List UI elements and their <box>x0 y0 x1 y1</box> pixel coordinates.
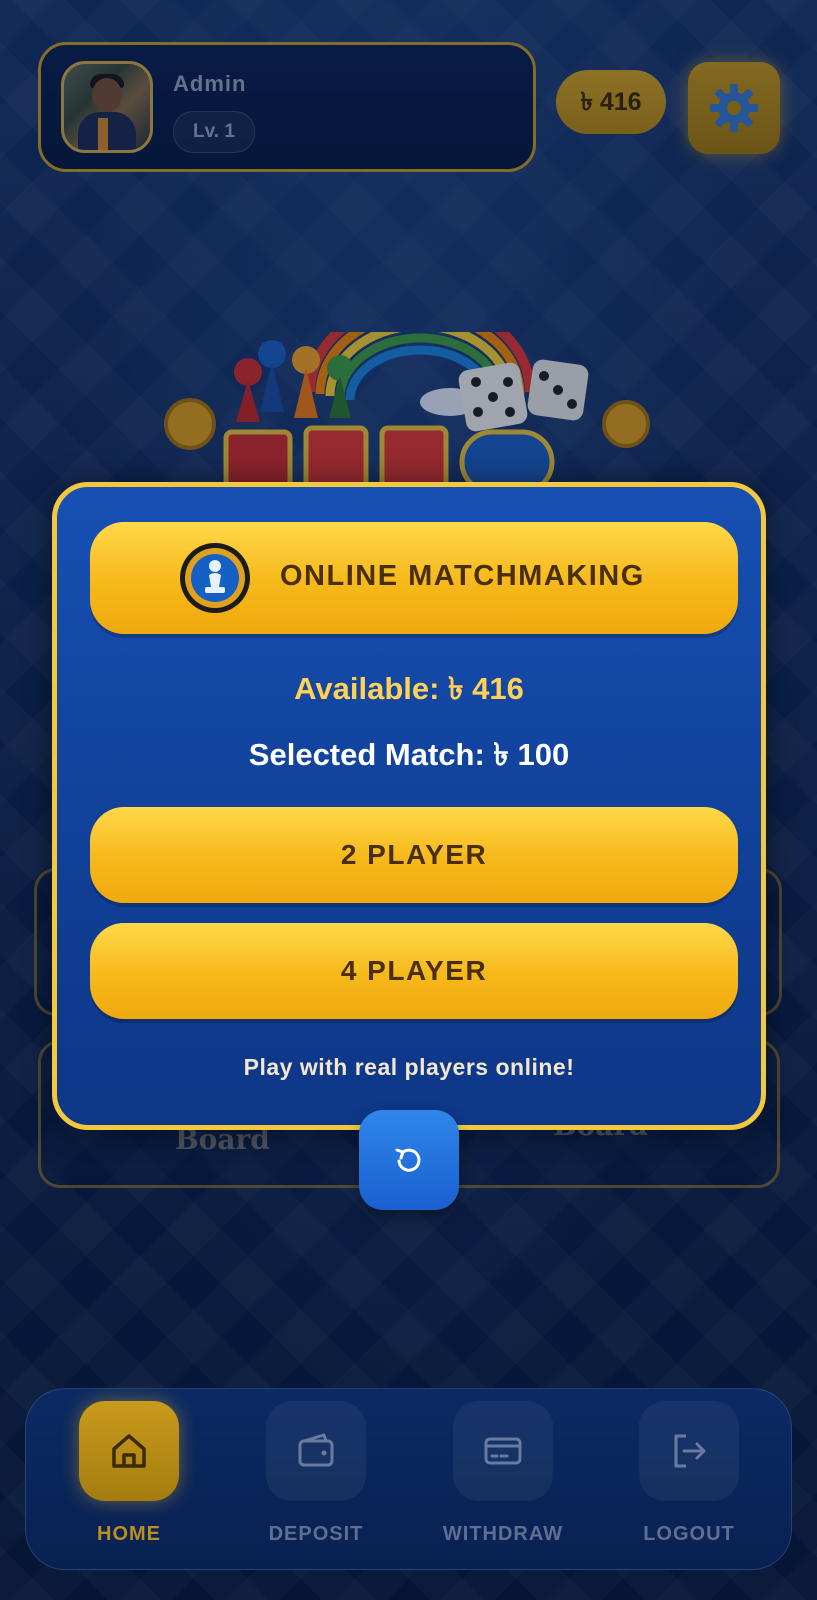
nav-deposit-label: DEPOSIT <box>268 1523 364 1545</box>
selected-match: Selected Match: ৳ 100 <box>248 737 570 772</box>
nav-home-label: HOME <box>97 1523 161 1545</box>
nav-logout-label: LOGOUT <box>643 1523 735 1545</box>
refresh-icon <box>395 1148 421 1172</box>
nav-deposit[interactable]: DEPOSIT <box>246 1401 386 1561</box>
online-matchmaking-button[interactable]: ONLINE MATCHMAKING <box>90 522 738 634</box>
logout-icon <box>674 1434 706 1468</box>
nav-logout[interactable]: LOGOUT <box>619 1401 759 1561</box>
available-balance: Available: ৳ 416 <box>294 671 524 706</box>
refresh-button[interactable] <box>359 1110 459 1210</box>
home-icon <box>112 1434 146 1468</box>
nav-withdraw[interactable]: WITHDRAW <box>433 1401 573 1561</box>
matchmaking-label: ONLINE MATCHMAKING <box>280 560 645 592</box>
card-icon <box>484 1437 522 1465</box>
two-player-button[interactable]: 2 PLAYER <box>90 807 738 903</box>
four-player-button[interactable]: 4 PLAYER <box>90 923 738 1019</box>
pawn-icon <box>180 543 250 613</box>
matchmaking-modal: ONLINE MATCHMAKING Available: ৳ 416 Sele… <box>52 482 766 1130</box>
nav-withdraw-label: WITHDRAW <box>442 1523 564 1545</box>
nav-home[interactable]: HOME <box>59 1401 199 1561</box>
bottom-nav: HOME DEPOSIT WITHDRAW LOGOUT <box>25 1388 792 1570</box>
wallet-icon <box>298 1433 334 1467</box>
online-hint: Play with real players online! <box>243 1054 575 1080</box>
